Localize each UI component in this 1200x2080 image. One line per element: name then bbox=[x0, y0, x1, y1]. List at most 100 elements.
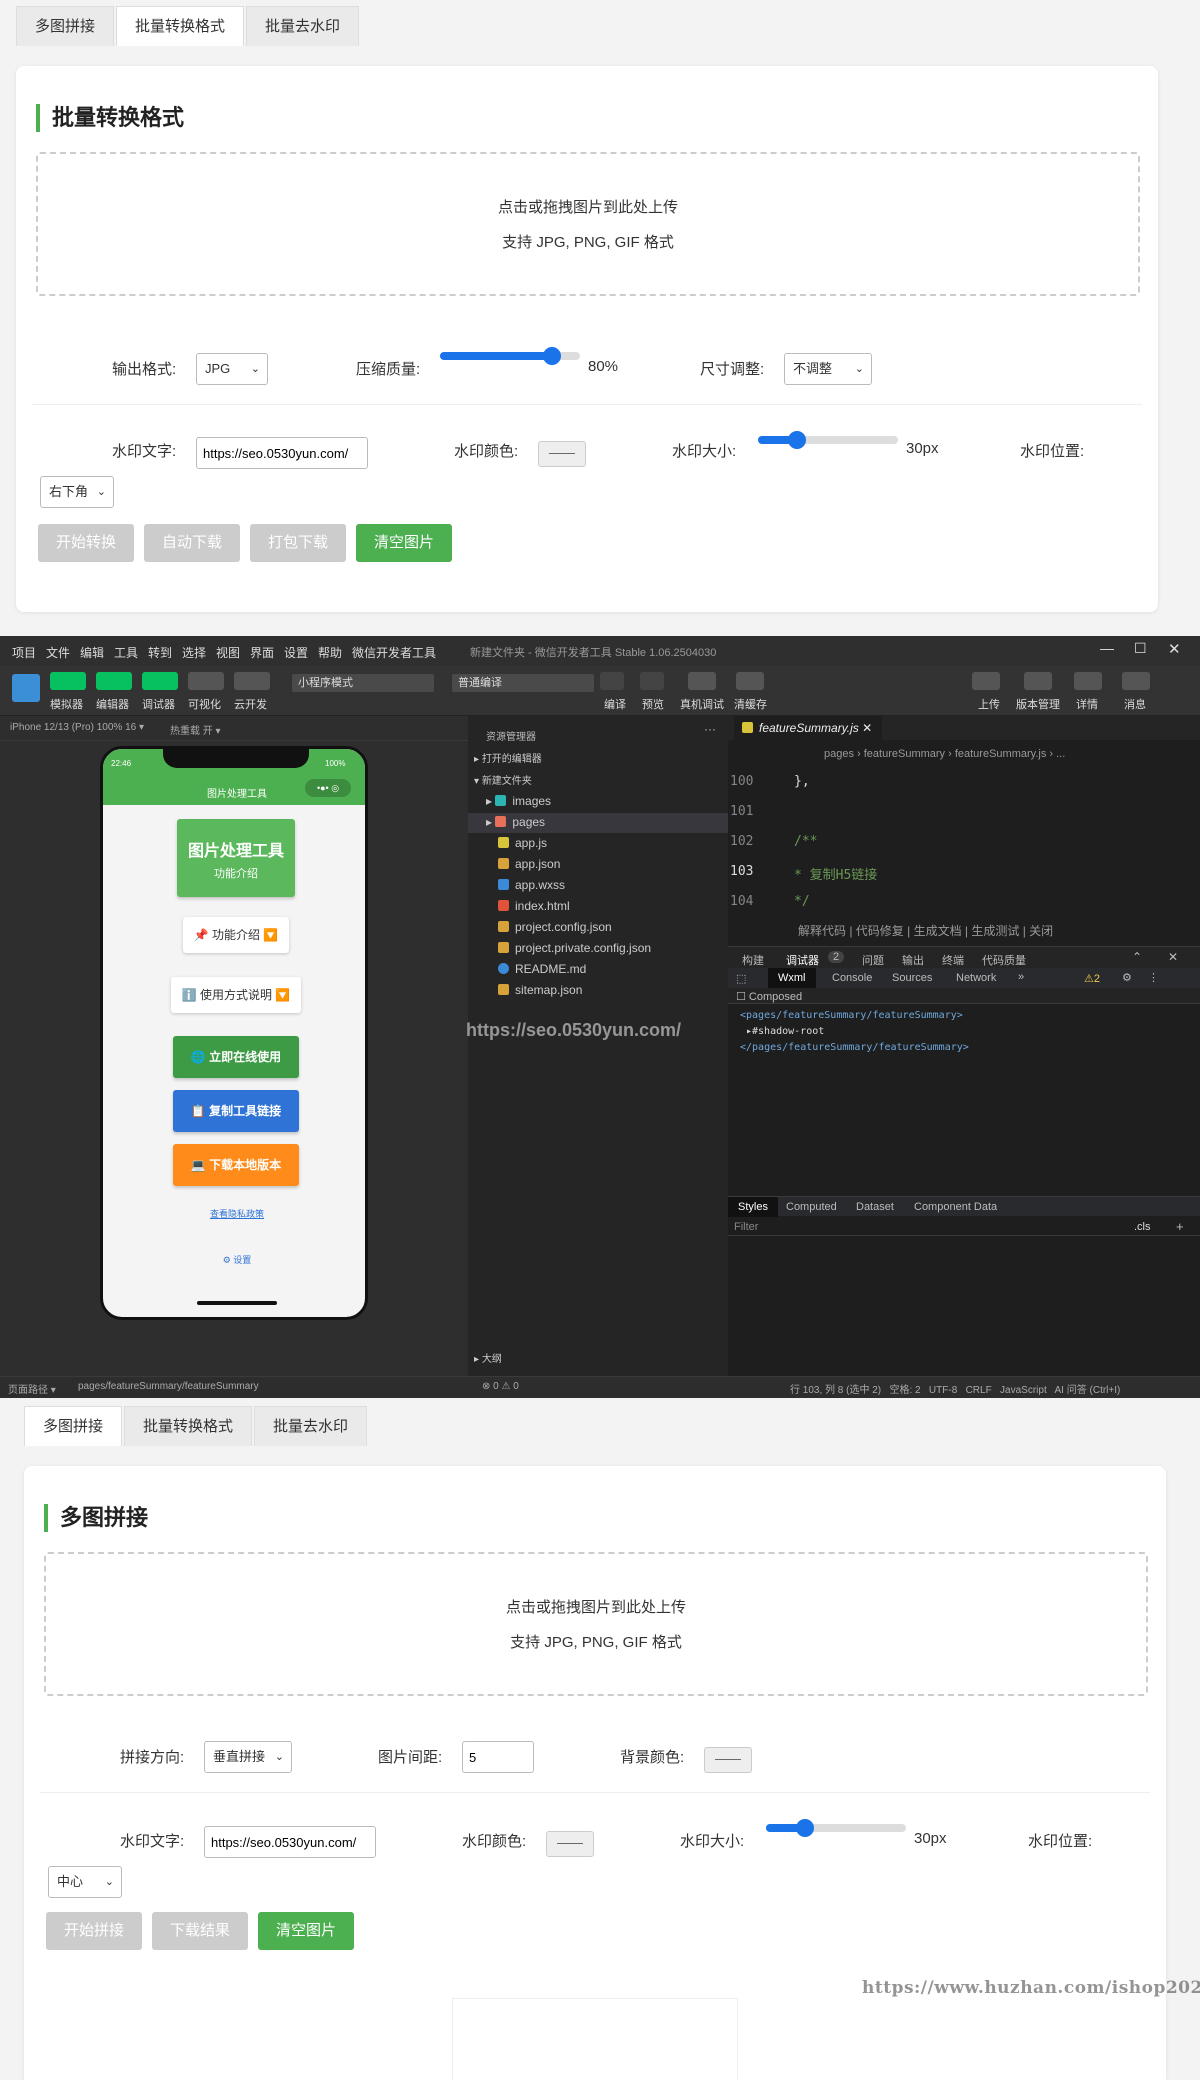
simulator-toggle-icon[interactable] bbox=[50, 672, 86, 690]
tab-multi-stitch[interactable]: 多图拼接 bbox=[24, 1406, 123, 1446]
download-result-button[interactable]: 下载结果 bbox=[152, 1912, 249, 1950]
stitch-direction-select[interactable]: 垂直拼接 ⌄ bbox=[204, 1741, 292, 1773]
tab-multi-stitch[interactable]: 多图拼接 bbox=[16, 6, 115, 46]
quality-slider[interactable] bbox=[440, 347, 580, 365]
usage-guide-toggle[interactable]: ℹ️ 使用方式说明 🔽 bbox=[171, 977, 301, 1013]
menu-view[interactable]: 视图 bbox=[216, 644, 240, 661]
watermark-position-select[interactable]: 右下角 ⌄ bbox=[40, 476, 114, 508]
code-line[interactable]: }, bbox=[794, 774, 810, 789]
styles-filter-input[interactable]: Filter bbox=[734, 1221, 758, 1233]
tab-batch-convert[interactable]: 批量转换格式 bbox=[124, 1406, 253, 1446]
devtools-tab-wxml[interactable]: Wxml bbox=[768, 968, 816, 988]
debug-tab-terminal[interactable]: 终端 bbox=[942, 952, 964, 968]
remote-debug-icon[interactable] bbox=[688, 672, 716, 690]
watermark-size-slider-knob[interactable] bbox=[788, 431, 807, 449]
more-icon[interactable]: ··· bbox=[704, 722, 716, 736]
cls-toggle[interactable]: .cls bbox=[1134, 1221, 1151, 1233]
device-select[interactable]: iPhone 12/13 (Pro) 100% 16 ▾ bbox=[10, 722, 144, 733]
close-icon[interactable]: ✕ bbox=[1168, 640, 1181, 658]
editor-toggle-icon[interactable] bbox=[96, 672, 132, 690]
version-icon[interactable] bbox=[1024, 672, 1052, 690]
file-item[interactable]: app.js bbox=[498, 836, 547, 850]
file-item[interactable]: project.config.json bbox=[498, 920, 612, 934]
output-format-select[interactable]: JPG ⌄ bbox=[196, 353, 268, 385]
menu-wechat-devtools[interactable]: 微信开发者工具 bbox=[352, 644, 436, 661]
use-online-button[interactable]: 🌐 立即在线使用 bbox=[173, 1036, 299, 1078]
tab-batch-unwatermark[interactable]: 批量去水印 bbox=[246, 6, 360, 46]
tab-batch-convert[interactable]: 批量转换格式 bbox=[116, 6, 245, 46]
menu-tools[interactable]: 工具 bbox=[114, 644, 138, 661]
feature-intro-toggle[interactable]: 📌 功能介绍 🔽 bbox=[183, 917, 289, 953]
debug-tab-build[interactable]: 构建 bbox=[742, 952, 764, 968]
close-icon[interactable]: ✕ bbox=[1168, 950, 1178, 964]
error-warning-count[interactable]: ⊗ 0 ⚠ 0 bbox=[482, 1381, 519, 1392]
cloud-toggle-icon[interactable] bbox=[234, 672, 270, 690]
menu-settings[interactable]: 设置 bbox=[284, 644, 308, 661]
menu-file[interactable]: 文件 bbox=[46, 644, 70, 661]
image-gap-input[interactable] bbox=[462, 1741, 534, 1773]
chevron-up-icon[interactable]: ⌃ bbox=[1132, 950, 1142, 964]
wxml-node-open[interactable]: <pages/featureSummary/featureSummary> bbox=[740, 1010, 963, 1021]
menu-select[interactable]: 选择 bbox=[182, 644, 206, 661]
component-data-tab[interactable]: Component Data bbox=[914, 1201, 997, 1213]
kebab-menu-icon[interactable]: ⋮ bbox=[1148, 971, 1159, 984]
inspect-icon[interactable]: ⬚ bbox=[736, 972, 746, 985]
code-line[interactable]: */ bbox=[794, 894, 810, 909]
resize-select[interactable]: 不调整 ⌄ bbox=[784, 353, 872, 385]
outline-section[interactable]: ▸ 大纲 bbox=[474, 1350, 502, 1365]
project-folder[interactable]: ▾ 新建文件夹 bbox=[474, 772, 532, 787]
zip-download-button[interactable]: 打包下载 bbox=[250, 524, 347, 562]
watermark-color-picker[interactable]: —— bbox=[538, 441, 586, 467]
details-icon[interactable] bbox=[1074, 672, 1102, 690]
refresh-icon[interactable] bbox=[600, 672, 624, 690]
debug-tab-output[interactable]: 输出 bbox=[902, 952, 924, 968]
devtools-tab-sources[interactable]: Sources bbox=[892, 972, 932, 984]
code-line[interactable]: /** bbox=[794, 834, 817, 849]
start-stitch-button[interactable]: 开始拼接 bbox=[46, 1912, 143, 1950]
debug-tab-debugger[interactable]: 调试器 bbox=[786, 952, 819, 968]
upload-dropzone[interactable]: 点击或拖拽图片到此处上传 支持 JPG, PNG, GIF 格式 bbox=[44, 1552, 1148, 1696]
clear-images-button[interactable]: 清空图片 bbox=[356, 524, 453, 562]
settings-link[interactable]: ⚙ 设置 bbox=[103, 1253, 365, 1266]
debug-tab-problems[interactable]: 问题 bbox=[862, 952, 884, 968]
auto-download-button[interactable]: 自动下载 bbox=[144, 524, 241, 562]
watermark-text-input[interactable] bbox=[204, 1826, 376, 1858]
menu-goto[interactable]: 转到 bbox=[148, 644, 172, 661]
more-tabs-icon[interactable]: » bbox=[1018, 971, 1024, 983]
watermark-color-picker[interactable]: —— bbox=[546, 1831, 594, 1857]
file-item[interactable]: app.wxss bbox=[498, 878, 565, 892]
menu-interface[interactable]: 界面 bbox=[250, 644, 274, 661]
file-item[interactable]: README.md bbox=[498, 962, 586, 976]
capsule-menu-icon[interactable]: •●• ◎ bbox=[305, 779, 351, 797]
plus-icon[interactable]: + bbox=[1176, 1219, 1184, 1234]
file-item[interactable]: app.json bbox=[498, 857, 560, 871]
privacy-link[interactable]: 查看隐私政策 bbox=[103, 1207, 365, 1220]
menu-project[interactable]: 项目 bbox=[12, 644, 36, 661]
menu-help[interactable]: 帮助 bbox=[318, 644, 342, 661]
preview-icon[interactable] bbox=[640, 672, 664, 690]
wxml-node-close[interactable]: </pages/featureSummary/featureSummary> bbox=[740, 1042, 969, 1053]
menu-edit[interactable]: 编辑 bbox=[80, 644, 104, 661]
watermark-size-slider-knob[interactable] bbox=[796, 1819, 815, 1837]
background-color-picker[interactable]: —— bbox=[704, 1747, 752, 1773]
dataset-tab[interactable]: Dataset bbox=[856, 1201, 894, 1213]
start-convert-button[interactable]: 开始转换 bbox=[38, 524, 135, 562]
copy-link-button[interactable]: 📋 复制工具链接 bbox=[173, 1090, 299, 1132]
file-item[interactable]: project.private.config.json bbox=[498, 941, 651, 955]
watermark-position-select[interactable]: 中心 ⌄ bbox=[48, 1866, 122, 1898]
composed-checkbox[interactable]: ☐ Composed bbox=[736, 990, 802, 1003]
tab-batch-unwatermark[interactable]: 批量去水印 bbox=[254, 1406, 368, 1446]
warning-icon[interactable]: ⚠2 bbox=[1084, 972, 1100, 985]
debugger-toggle-icon[interactable] bbox=[142, 672, 178, 690]
hot-reload-toggle[interactable]: 热重载 开 ▾ bbox=[170, 722, 221, 737]
debug-tab-quality[interactable]: 代码质量 bbox=[982, 952, 1026, 968]
quality-slider-knob[interactable] bbox=[543, 347, 561, 365]
visual-toggle-icon[interactable] bbox=[188, 672, 224, 690]
file-item[interactable]: index.html bbox=[498, 899, 570, 913]
upload-icon[interactable] bbox=[972, 672, 1000, 690]
devtools-tab-console[interactable]: Console bbox=[832, 972, 872, 984]
file-item[interactable]: ▸ pages bbox=[486, 815, 545, 829]
page-path-value[interactable]: pages/featureSummary/featureSummary bbox=[78, 1381, 259, 1392]
upload-dropzone[interactable]: 点击或拖拽图片到此处上传 支持 JPG, PNG, GIF 格式 bbox=[36, 152, 1140, 296]
minimize-icon[interactable]: — bbox=[1100, 640, 1114, 656]
